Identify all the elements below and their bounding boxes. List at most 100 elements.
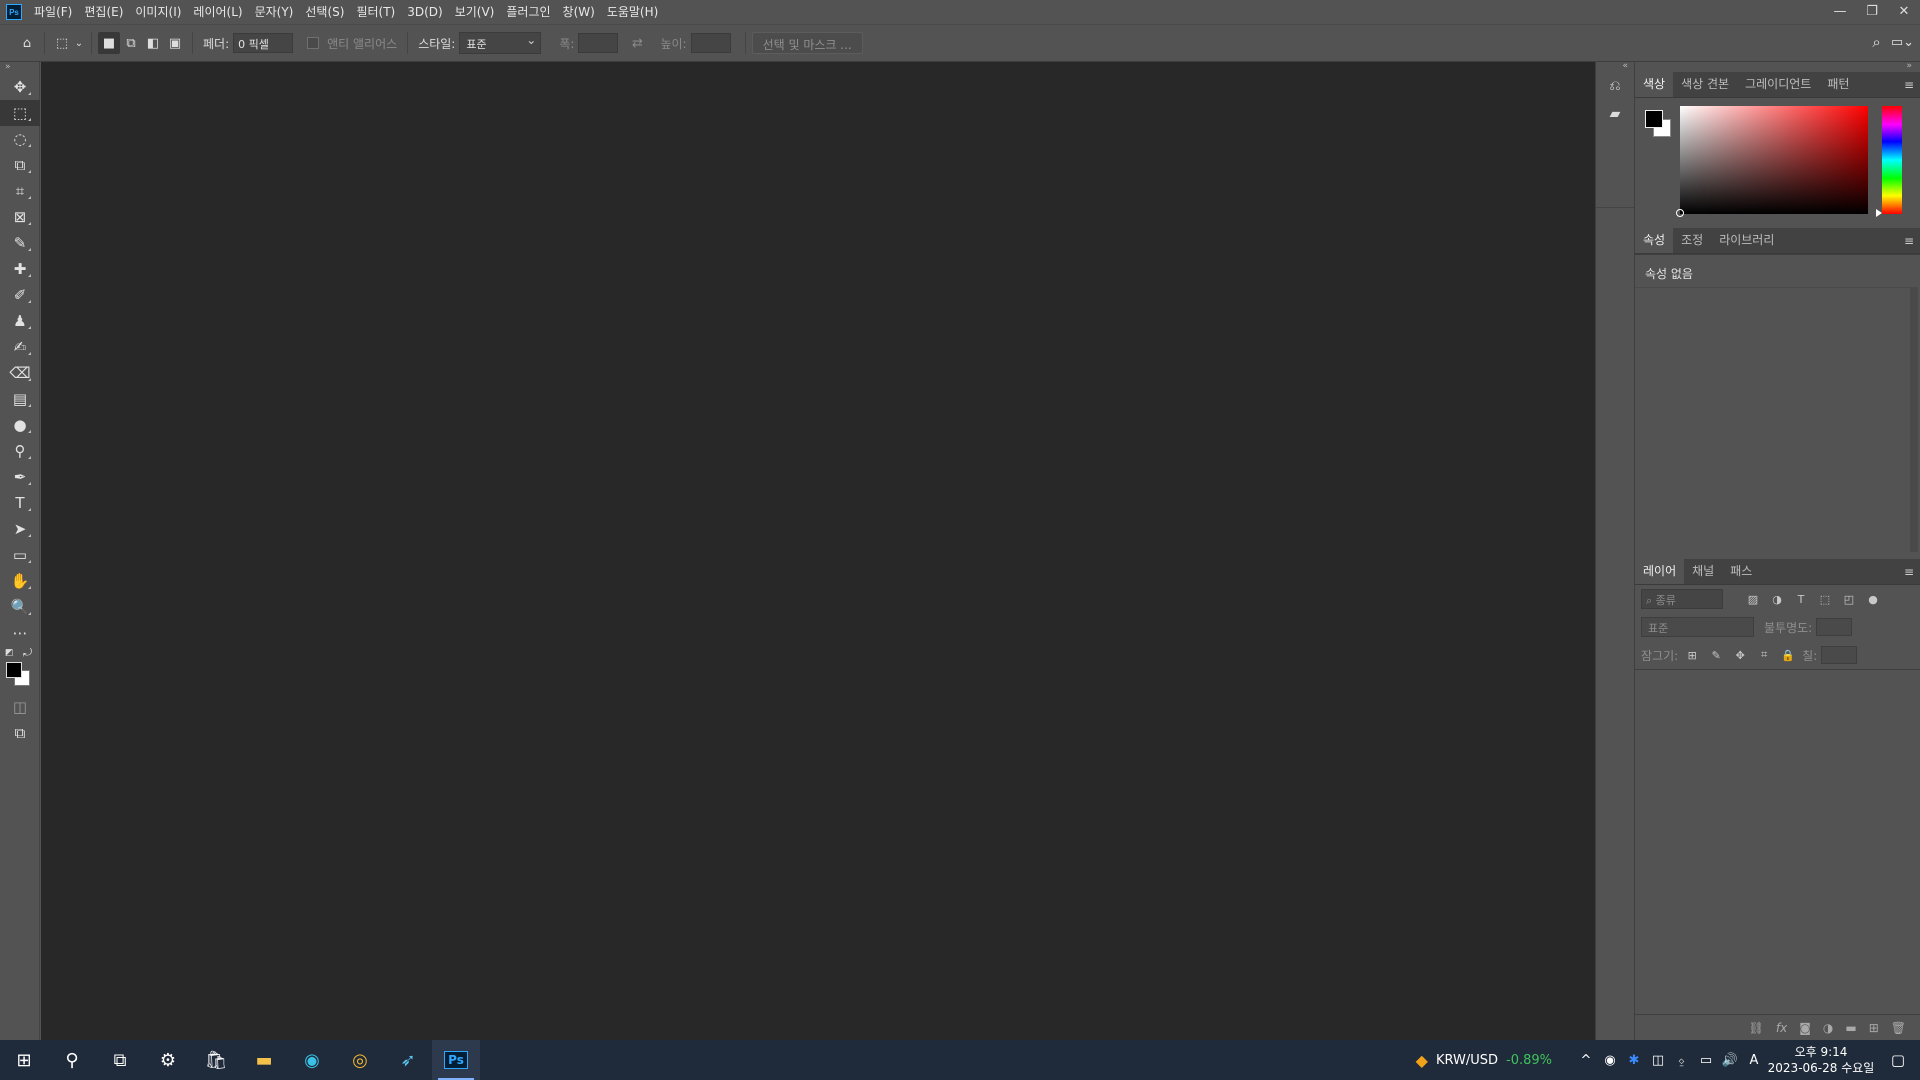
pen-tool-icon[interactable]: ✒ [0,464,40,490]
dodge-tool-icon[interactable]: ⚲ [0,438,40,464]
file-explorer-icon[interactable]: ▬ [240,1040,288,1080]
settings-icon[interactable]: ⚙ [144,1040,192,1080]
lock-artboard-icon[interactable]: ⌗ [1754,645,1774,665]
document-canvas-area[interactable] [41,62,1595,1040]
eraser-tool-icon[interactable]: ⌫ [0,360,40,386]
tab-channels[interactable]: 채널 [1684,558,1722,584]
tab-adjustments[interactable]: 조정 [1673,227,1711,253]
swap-dimensions-icon[interactable]: ⇄ [626,32,648,54]
currency-ticker[interactable]: ◆ KRW/USD -0.89% [1416,1051,1552,1070]
marquee-tool-icon[interactable]: ⬚ [0,100,40,126]
tab-swatches[interactable]: 색상 견본 [1673,71,1737,97]
foreground-color-chip[interactable] [1645,110,1663,128]
adjustment-layer-icon[interactable]: ◑ [1823,1021,1833,1035]
history-icon[interactable]: ⎌ [1596,72,1634,100]
filter-type-icon[interactable]: T [1791,589,1811,609]
filter-pixel-icon[interactable]: ▨ [1743,589,1763,609]
delete-layer-icon[interactable]: 🗑 [1891,1021,1906,1035]
workspace-icon[interactable]: ▭⌄ [1891,35,1914,50]
hand-tool-icon[interactable]: ✋ [0,568,40,594]
fill-input[interactable] [1821,646,1858,664]
opacity-input[interactable] [1816,618,1853,636]
lock-transparent-icon[interactable]: ⊞ [1682,645,1702,665]
menu-help[interactable]: 도움말(H) [601,0,665,24]
tab-gradients[interactable]: 그레이디언트 [1737,71,1819,97]
tab-layers[interactable]: 레이어 [1635,558,1685,584]
default-colors-icon[interactable]: ◩ [5,648,15,658]
more-tools-icon[interactable]: ⋯ [0,620,40,646]
ime-indicator[interactable]: A [1742,1040,1766,1080]
new-layer-icon[interactable]: ⊞ [1869,1021,1879,1035]
rectangle-tool-icon[interactable]: ▭ [0,542,40,568]
object-select-tool-icon[interactable]: ⧉ [0,152,40,178]
foreground-color-swatch[interactable] [6,662,22,678]
messenger-icon[interactable]: ➶ [384,1040,432,1080]
store-icon[interactable]: 🛍 [192,1040,240,1080]
antialias-checkbox[interactable] [307,37,320,49]
zoom-tool-icon[interactable]: 🔍 [0,594,40,620]
link-layers-icon[interactable]: ⛓ [1749,1021,1764,1035]
notifications-icon[interactable]: ▢ [1876,1040,1920,1080]
feather-input[interactable]: 0 픽셀 [233,33,294,53]
blur-tool-icon[interactable]: ● [0,412,40,438]
home-icon[interactable]: ⌂ [16,32,38,54]
hue-slider[interactable] [1882,106,1902,214]
menu-select[interactable]: 선택(S) [299,0,350,24]
stamp-tool-icon[interactable]: ♟ [0,308,40,334]
healing-brush-tool-icon[interactable]: ✚ [0,256,40,282]
move-tool-icon[interactable]: ✥ [0,74,40,100]
close-button[interactable]: ✕ [1888,0,1920,22]
quick-mask-icon[interactable]: ◫ [0,694,40,720]
add-mask-icon[interactable]: ◙ [1799,1021,1811,1035]
subtract-selection-icon[interactable]: ◧ [142,32,164,54]
menu-plugins[interactable]: 플러그인 [500,0,556,24]
menu-filter[interactable]: 필터(T) [350,0,401,24]
color-field[interactable] [1680,106,1868,214]
select-and-mask-button[interactable]: 선택 및 마스크 ... [751,32,863,54]
tab-color[interactable]: 색상 [1635,71,1674,97]
clock[interactable]: 오후 9:14 2023-06-28 수요일 [1766,1044,1876,1076]
gradient-tool-icon[interactable]: ▤ [0,386,40,412]
panel-menu-icon[interactable]: ≡ [1904,565,1914,579]
menu-type[interactable]: 문자(Y) [249,0,300,24]
minimize-button[interactable]: — [1824,0,1856,22]
crop-tool-icon[interactable]: ⌗ [0,178,40,204]
tab-properties[interactable]: 속성 [1635,227,1674,253]
comments-icon[interactable]: ▰ [1596,100,1634,128]
collapse-toolbar-icon[interactable]: » [0,62,39,74]
filter-adjustment-icon[interactable]: ◑ [1767,589,1787,609]
search-icon[interactable]: ⌕ [1872,33,1880,51]
lasso-tool-icon[interactable]: ◌ [0,126,40,152]
filter-toggle-icon[interactable]: ● [1863,589,1883,609]
start-icon[interactable]: ⊞ [0,1040,48,1080]
bluetooth-icon[interactable]: ✱ [1622,1040,1646,1080]
hue-slider-handle[interactable] [1876,209,1882,217]
lock-image-icon[interactable]: ✎ [1706,645,1726,665]
app-logo[interactable]: Ps [6,4,22,20]
blend-mode-select[interactable]: 표준 [1641,617,1754,637]
properties-scrollbar[interactable] [1910,287,1918,552]
tab-paths[interactable]: 패스 [1722,558,1760,584]
lock-all-icon[interactable]: 🔒 [1778,645,1798,665]
frame-tool-icon[interactable]: ⊠ [0,204,40,230]
screen-mode-icon[interactable]: ⧉ [0,720,40,746]
history-brush-tool-icon[interactable]: ✍ [0,334,40,360]
photoshop-taskbar-icon[interactable]: Ps [432,1040,480,1080]
marquee-preset-icon[interactable]: ⬚ [51,32,73,54]
add-selection-icon[interactable]: ⧉ [120,32,142,54]
chrome-icon[interactable]: ◎ [336,1040,384,1080]
filter-shape-icon[interactable]: ⬚ [1815,589,1835,609]
menu-edit[interactable]: 편집(E) [78,0,129,24]
tab-libraries[interactable]: 라이브러리 [1711,227,1782,253]
menu-image[interactable]: 이미지(I) [129,0,187,24]
color-field-cursor[interactable] [1676,209,1684,217]
edge-icon[interactable]: ◉ [288,1040,336,1080]
width-input[interactable] [578,33,619,53]
filter-smart-object-icon[interactable]: ◰ [1839,589,1859,609]
style-select[interactable]: 표준 [459,32,542,54]
panel-menu-icon[interactable]: ≡ [1904,78,1914,92]
lock-position-icon[interactable]: ✥ [1730,645,1750,665]
layer-style-icon[interactable]: fx [1776,1021,1787,1035]
eyedropper-tool-icon[interactable]: ✎ [0,230,40,256]
type-tool-icon[interactable]: T [0,490,40,516]
